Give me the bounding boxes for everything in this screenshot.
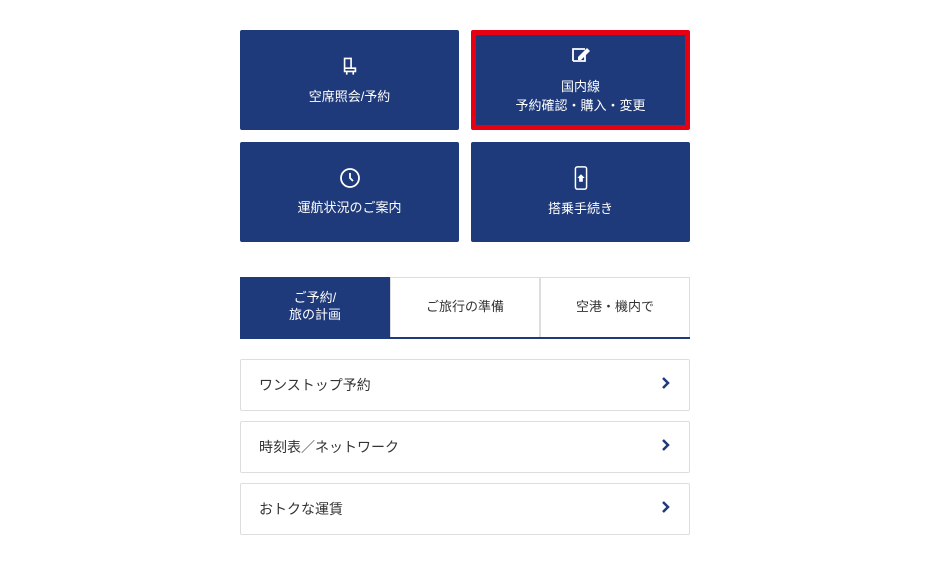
- tab-label-line2: 旅の計画: [289, 307, 341, 324]
- boarding-icon: [570, 165, 592, 191]
- list-item-label: 時刻表／ネットワーク: [259, 437, 399, 457]
- tile-label-line1: 国内線: [561, 77, 600, 97]
- chevron-right-icon: [661, 500, 671, 517]
- tile-label: 運航状況のご案内: [297, 198, 401, 218]
- tab-airport-inflight[interactable]: 空港・機内で: [540, 277, 690, 337]
- domestic-reservation-tile[interactable]: 国内線 予約確認・購入・変更: [471, 30, 690, 130]
- tab-label: ご旅行の準備: [426, 299, 504, 316]
- list-item-timetable[interactable]: 時刻表／ネットワーク: [240, 421, 690, 473]
- menu-list: ワンストップ予約 時刻表／ネットワーク おトクな運賃: [240, 359, 690, 535]
- chevron-right-icon: [661, 438, 671, 455]
- tile-label: 搭乗手続き: [548, 199, 613, 219]
- tab-label: 空港・機内で: [576, 299, 654, 316]
- tile-label: 空席照会/予約: [309, 87, 391, 107]
- seat-availability-tile[interactable]: 空席照会/予約: [240, 30, 459, 130]
- tile-label-line2: 予約確認・購入・変更: [515, 96, 645, 116]
- tab-reservation-plan[interactable]: ご予約/ 旅の計画: [240, 277, 390, 337]
- flight-status-tile[interactable]: 運航状況のご案内: [240, 142, 459, 242]
- seat-icon: [337, 53, 363, 79]
- tabs: ご予約/ 旅の計画 ご旅行の準備 空港・機内で: [240, 277, 690, 339]
- list-item-onestop[interactable]: ワンストップ予約: [240, 359, 690, 411]
- chevron-right-icon: [661, 376, 671, 393]
- boarding-tile[interactable]: 搭乗手続き: [471, 142, 690, 242]
- list-item-label: おトクな運賃: [259, 499, 343, 519]
- edit-icon: [569, 45, 593, 69]
- list-item-label: ワンストップ予約: [259, 375, 371, 395]
- list-item-discount-fare[interactable]: おトクな運賃: [240, 483, 690, 535]
- tile-grid: 空席照会/予約 国内線 予約確認・購入・変更 運航状況のご案内: [240, 30, 690, 242]
- tab-label-line1: ご予約/: [289, 290, 341, 307]
- clock-icon: [338, 166, 362, 190]
- tab-travel-prep[interactable]: ご旅行の準備: [390, 277, 540, 337]
